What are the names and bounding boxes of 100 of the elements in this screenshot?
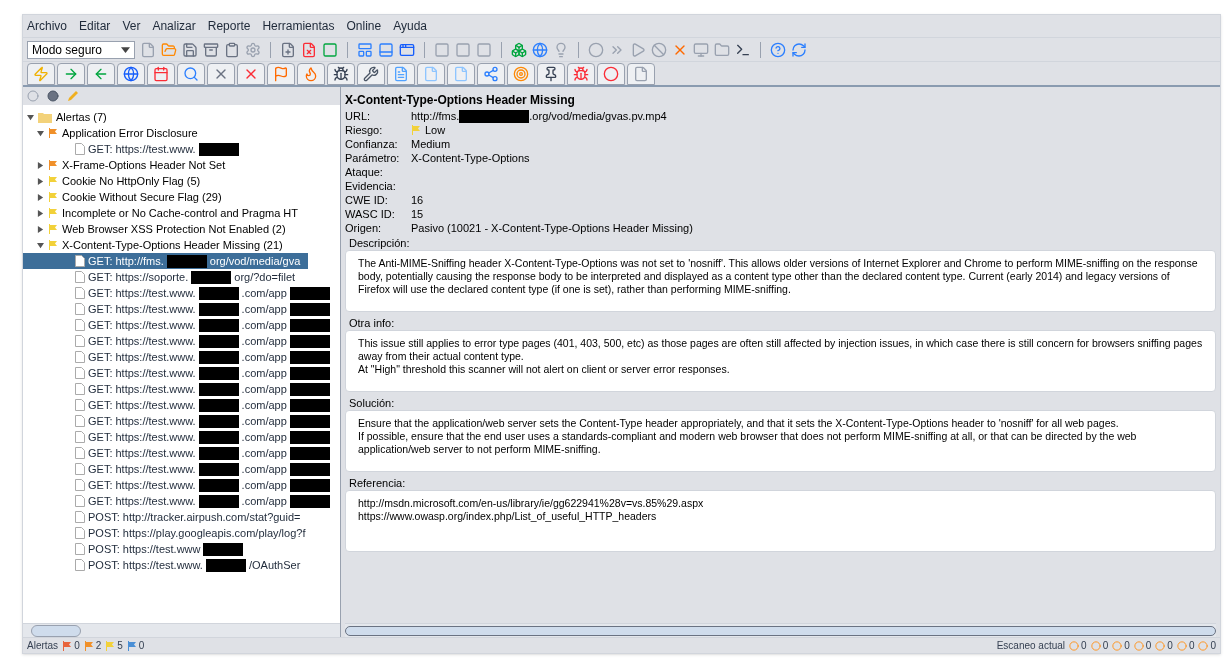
tree-item[interactable]: GET: https://test.www. .com/app <box>23 381 338 397</box>
monitor-icon[interactable] <box>693 41 709 58</box>
tree-item[interactable]: GET: https://test.www. .com/app <box>23 493 338 509</box>
tree-label[interactable]: Cookie No HttpOnly Flag (5) <box>62 172 201 190</box>
tree-item[interactable]: GET: https://test.www. .com/app <box>23 397 338 413</box>
folder-icon[interactable] <box>161 41 177 58</box>
tree-item[interactable]: GET: https://test.www. .com/app <box>23 477 338 493</box>
menu-item[interactable]: Analizar <box>152 17 196 35</box>
square-icon[interactable] <box>455 41 471 58</box>
tree-label[interactable]: Application Error Disclosure <box>62 124 198 142</box>
menu-item[interactable]: Reporte <box>207 17 251 35</box>
tree-item[interactable]: GET: https://soporte. org/?do=filet <box>23 269 304 285</box>
file-icon[interactable] <box>633 65 649 82</box>
save-icon[interactable] <box>182 41 198 58</box>
section-label: Descripción: <box>348 236 411 250</box>
tree-label[interactable]: X-Content-Type-Options Header Missing (21) <box>62 236 283 254</box>
menu-item[interactable]: Archivo <box>27 17 67 35</box>
play-icon[interactable] <box>630 41 646 58</box>
archive-icon[interactable] <box>203 41 219 58</box>
square-icon[interactable] <box>434 41 450 58</box>
tree-label[interactable]: Web Browser XSS Protection Not Enabled (2) <box>62 220 286 238</box>
tree-item[interactable]: GET: https://test.www. .com/app <box>23 317 338 333</box>
tree-item[interactable]: GET: https://test.www. .com/app <box>23 461 338 477</box>
layout-icon[interactable] <box>357 41 373 58</box>
tree-item[interactable]: GET: http://fms. org/vod/media/gva <box>23 253 309 269</box>
square-icon[interactable] <box>476 41 492 58</box>
window-icon[interactable] <box>399 41 415 58</box>
tree-item[interactable]: GET: https://test.www. .com/app <box>23 333 338 349</box>
tree-label[interactable]: Cookie Without Secure Flag (29) <box>62 188 222 206</box>
expanded-arrow-icon[interactable] <box>27 113 34 121</box>
dropdown-arrow-icon[interactable] <box>121 45 130 54</box>
circle-icon[interactable] <box>47 90 59 102</box>
scan-count: 0 <box>1145 639 1152 653</box>
tree-item[interactable]: GET: https://test.www. <box>23 141 247 157</box>
menu-item[interactable]: Ayuda <box>393 17 427 35</box>
calendar-icon[interactable] <box>153 65 169 82</box>
tool-tab[interactable] <box>537 62 565 85</box>
refresh-icon[interactable] <box>791 41 807 58</box>
target-icon[interactable] <box>513 65 529 82</box>
tree-item[interactable]: GET: https://test.www. .com/app <box>23 413 338 429</box>
pin-icon[interactable] <box>543 65 559 82</box>
stop-icon[interactable] <box>651 41 667 58</box>
menu-item[interactable]: Ver <box>122 17 141 35</box>
tree-item[interactable]: GET: https://test.www. .com/app <box>23 301 338 317</box>
collapsed-arrow-icon[interactable] <box>37 193 44 201</box>
flag-icon[interactable] <box>273 65 289 82</box>
clipboard-icon[interactable] <box>224 41 240 58</box>
tool-tab[interactable] <box>357 62 385 85</box>
lightbulb-icon[interactable] <box>553 41 569 58</box>
panel-icon[interactable] <box>378 41 394 58</box>
tree-label[interactable]: X-Frame-Options Header Not Set <box>62 156 226 174</box>
flame-icon[interactable] <box>303 65 319 82</box>
tree-item[interactable]: POST: http://tracker.airpush.com/stat?guid= <box>23 509 309 525</box>
expanded-arrow-icon[interactable] <box>37 241 44 249</box>
tool-tab[interactable] <box>117 62 145 85</box>
tree-item[interactable]: GET: https://test.www. .com/app <box>23 285 338 301</box>
tree-item[interactable]: GET: https://test.www. .com/app <box>23 349 338 365</box>
collapsed-arrow-icon[interactable] <box>37 161 44 169</box>
tool-tab[interactable] <box>327 62 355 85</box>
tree-label[interactable]: Alertas (7) <box>56 108 107 126</box>
file-icon[interactable] <box>140 41 156 58</box>
folder-icon[interactable] <box>714 41 730 58</box>
mode-dropdown[interactable]: Modo seguro <box>27 40 135 59</box>
collapsed-arrow-icon[interactable] <box>37 209 44 217</box>
tree-item[interactable]: GET: https://test.www. .com/app <box>23 429 338 445</box>
document-icon[interactable] <box>393 65 409 82</box>
share-icon[interactable] <box>483 65 499 82</box>
circle-icon[interactable] <box>603 65 619 82</box>
lightning-icon[interactable] <box>33 65 49 82</box>
menu-item[interactable]: Online <box>346 17 382 35</box>
tree-item[interactable]: GET: https://test.www. .com/app <box>23 365 338 381</box>
tree-item[interactable]: GET: https://test.www. .com/app <box>23 445 338 461</box>
collapsed-arrow-icon[interactable] <box>37 225 44 233</box>
boxes-icon[interactable] <box>511 41 527 58</box>
spider-icon[interactable] <box>333 65 349 82</box>
settings-icon[interactable] <box>245 41 261 58</box>
search-icon[interactable] <box>183 65 199 82</box>
collapsed-arrow-icon[interactable] <box>37 177 44 185</box>
pencil-icon[interactable] <box>67 90 79 102</box>
wrench-icon[interactable] <box>363 65 379 82</box>
tool-tab[interactable] <box>207 62 235 85</box>
circle-icon[interactable] <box>588 41 604 58</box>
menu-item[interactable]: Herramientas <box>262 17 335 35</box>
file-icon[interactable] <box>453 65 469 82</box>
tree-item[interactable]: POST: https://test.www <box>23 541 252 557</box>
new-file-icon[interactable] <box>280 41 296 58</box>
tree-item[interactable]: POST: https://test.www. /OAuthSer <box>23 557 309 573</box>
scrollbar[interactable] <box>23 623 340 637</box>
menu-item[interactable]: Editar <box>79 17 111 35</box>
file-icon[interactable] <box>423 65 439 82</box>
help-icon[interactable] <box>770 41 786 58</box>
square-icon[interactable] <box>322 41 338 58</box>
delete-file-icon[interactable] <box>301 41 317 58</box>
globe-icon[interactable] <box>532 41 548 58</box>
expanded-arrow-icon[interactable] <box>37 129 44 137</box>
tree-item[interactable]: POST: https://play.googleapis.com/play/log?f <box>23 525 314 541</box>
globe-icon[interactable] <box>123 65 139 82</box>
tree-label[interactable]: Incomplete or No Cache-control and Pragma HT <box>62 204 298 222</box>
scrollbar[interactable] <box>345 623 1216 637</box>
url-text: .com/app <box>241 493 287 509</box>
